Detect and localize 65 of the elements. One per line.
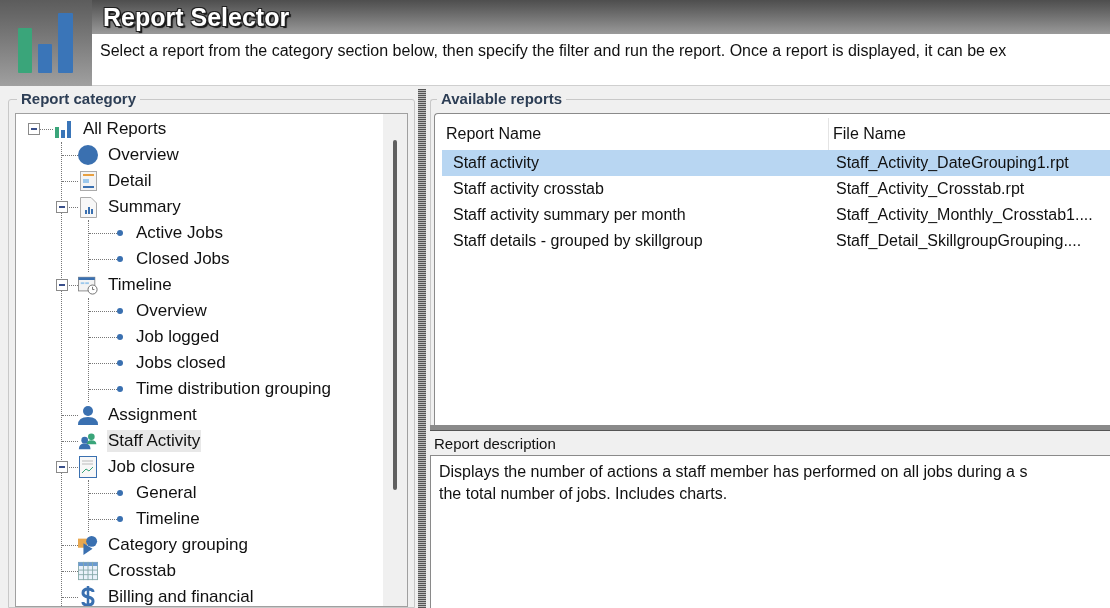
- calendar-clock-icon: [78, 274, 98, 296]
- dot-icon: [117, 490, 123, 496]
- tree-item[interactable]: Category grouping: [107, 534, 249, 556]
- dot-icon: [117, 256, 123, 262]
- tree-item[interactable]: Crosstab: [107, 560, 178, 582]
- table-cell-text: Staff activity: [452, 153, 540, 173]
- description-text: the total number of jobs. Includes charts.: [439, 484, 729, 504]
- tree-item[interactable]: Detail: [107, 170, 153, 192]
- tree-item[interactable]: Billing and financial: [107, 586, 255, 606]
- collapse-toggle[interactable]: [28, 123, 40, 135]
- tree-item[interactable]: Staff Activity: [107, 430, 202, 452]
- document-icon: [79, 171, 97, 191]
- group-label: Available reports: [437, 90, 567, 108]
- report-row[interactable]: Staff details - grouped by skillgroup Staff_Detail_SkillgroupGrouping....: [442, 228, 1110, 254]
- document-chart-icon: [79, 196, 97, 218]
- dollar-icon: [80, 586, 96, 606]
- table-cell-text: Staff_Detail_SkillgroupGrouping....: [835, 231, 1082, 251]
- bar-chart-icon: [54, 120, 72, 138]
- table-icon: [78, 561, 98, 581]
- page-title: Report Selector: [103, 4, 290, 30]
- tree-item[interactable]: Job closure: [107, 456, 196, 478]
- collapse-toggle[interactable]: [56, 279, 68, 291]
- table-cell-text: Staff details - grouped by skillgroup: [452, 231, 704, 251]
- shapes-icon: [78, 534, 98, 556]
- report-row[interactable]: Staff activity summary per month Staff_Activity_Monthly_Crosstab1....: [442, 202, 1110, 228]
- section-label: Report description: [433, 434, 557, 453]
- table-cell-text: Staff_Activity_Crosstab.rpt: [835, 179, 1025, 199]
- splitter[interactable]: [418, 89, 426, 608]
- instructions-text: Select a report from the category section below, then specify the filter and run the report. Once a report is displayed, it can be ex: [99, 41, 1008, 61]
- tree-item[interactable]: Summary: [107, 196, 182, 218]
- people-icon: [78, 431, 98, 451]
- dot-icon: [117, 386, 123, 392]
- tree-item[interactable]: General: [135, 482, 198, 504]
- tree-item[interactable]: Overview: [107, 144, 180, 166]
- tree-item[interactable]: Jobs closed: [135, 352, 227, 374]
- tree-item[interactable]: Job logged: [135, 326, 221, 348]
- bar-chart-logo-icon: [18, 13, 74, 73]
- tree-item[interactable]: All Reports: [82, 118, 168, 140]
- table-cell-text: Staff activity crosstab: [452, 179, 605, 199]
- scrollbar-thumb[interactable]: [393, 140, 397, 490]
- circle-icon: [78, 144, 98, 166]
- column-header[interactable]: File Name: [829, 118, 1110, 150]
- dot-icon: [117, 230, 123, 236]
- description-text: Displays the number of actions a staff member has performed on all jobs during a s: [439, 462, 1029, 482]
- tree-item[interactable]: Time distribution grouping: [135, 378, 332, 400]
- report-row[interactable]: Staff activity Staff_Activity_DateGrouping1.rpt: [442, 150, 1110, 176]
- dot-icon: [117, 334, 123, 340]
- collapse-toggle[interactable]: [56, 461, 68, 473]
- document-graph-icon: [79, 456, 97, 478]
- tree-item[interactable]: Timeline: [107, 274, 173, 296]
- dot-icon: [117, 516, 123, 522]
- dot-icon: [117, 360, 123, 366]
- table-cell-text: Staff_Activity_DateGrouping1.rpt: [835, 153, 1069, 173]
- person-icon: [78, 405, 98, 425]
- scrollbar[interactable]: [383, 114, 407, 606]
- tree-item[interactable]: Closed Jobs: [135, 248, 231, 270]
- tree-item[interactable]: Overview: [135, 300, 208, 322]
- table-cell-text: Staff activity summary per month: [452, 205, 687, 225]
- collapse-toggle[interactable]: [56, 201, 68, 213]
- tree-item[interactable]: Active Jobs: [135, 222, 224, 244]
- report-row[interactable]: Staff activity crosstab Staff_Activity_Crosstab.rpt: [442, 176, 1110, 202]
- tree-item[interactable]: Assignment: [107, 404, 198, 426]
- table-cell-text: Staff_Activity_Monthly_Crosstab1....: [835, 205, 1093, 225]
- tree-item[interactable]: Timeline: [135, 508, 201, 530]
- dot-icon: [117, 308, 123, 314]
